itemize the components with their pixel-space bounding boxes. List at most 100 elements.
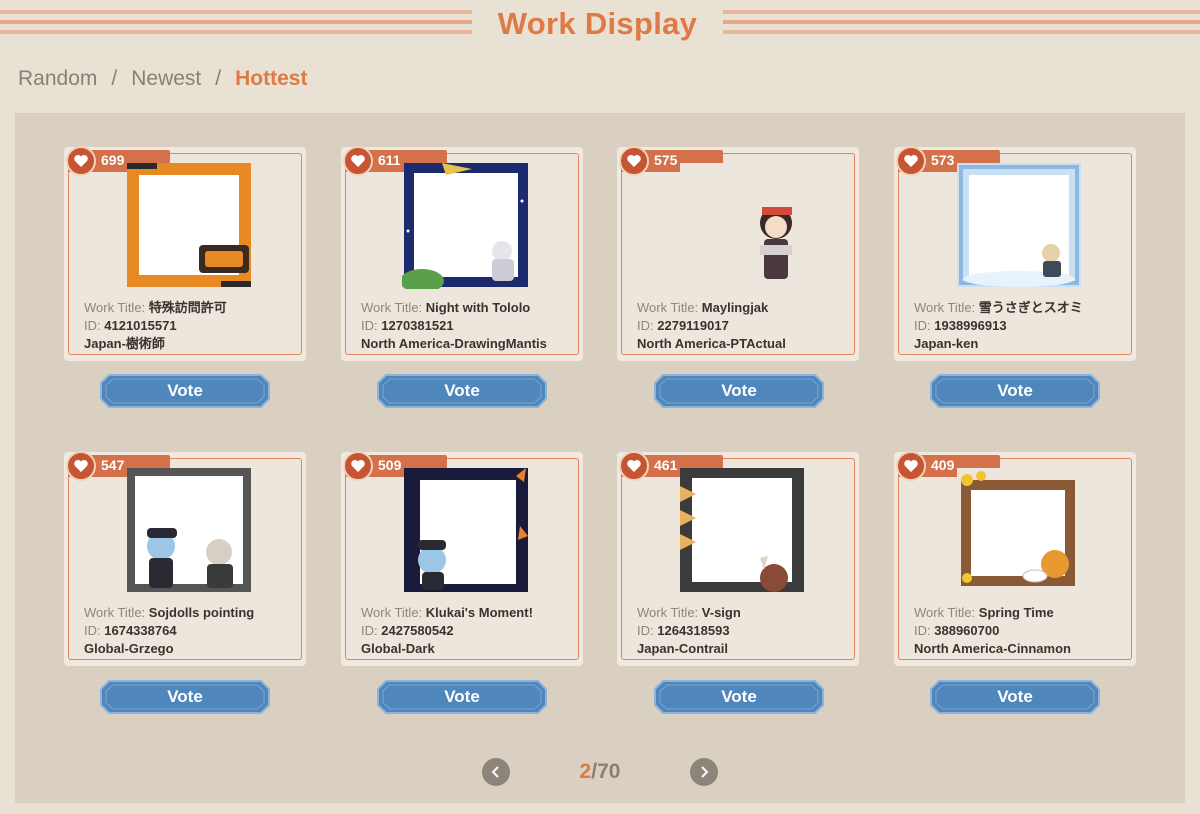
work-title: Night with Tololo: [425, 300, 531, 315]
heart-icon[interactable]: [66, 146, 96, 176]
work-thumbnail[interactable]: [678, 161, 806, 289]
work-author: Global-Dark: [361, 641, 435, 656]
work-id: 2279119017: [657, 318, 729, 333]
vote-button[interactable]: Vote: [929, 679, 1101, 715]
work-title-label: Work Title:: [914, 605, 976, 620]
likes-count: 547: [101, 457, 125, 473]
work-id: 1270381521: [381, 318, 454, 333]
works-panel: 699 Work Title: 特殊訪問許可 ID: 4121015571 Ja…: [15, 113, 1185, 803]
work-title: 雪うさぎとスオミ: [978, 300, 1083, 315]
work-card[interactable]: 575 Work Title: Maylingjak ID: 227911901…: [617, 146, 859, 361]
vote-button[interactable]: Vote: [99, 373, 271, 409]
likes-count: 573: [931, 152, 955, 168]
work-title: Maylingjak: [701, 300, 769, 315]
work-author: Global-Grzego: [84, 641, 174, 656]
work-card-border: 573 Work Title: 雪うさぎとスオミ ID: 1938996913 …: [896, 146, 1132, 355]
likes-count: 509: [378, 457, 402, 473]
vote-button[interactable]: Vote: [653, 679, 825, 715]
work-card-border: 409 Work Title: Spring Time ID: 38896070…: [896, 451, 1132, 660]
vote-button-label: Vote: [721, 381, 757, 400]
vote-button[interactable]: Vote: [929, 373, 1101, 409]
tab-random[interactable]: Random: [18, 67, 97, 91]
work-author: Japan-Contrail: [637, 641, 729, 656]
work-info: Work Title: Klukai's Moment! ID: 2427580…: [361, 604, 533, 658]
work-author: Japan-ken: [914, 336, 979, 351]
vote-button[interactable]: Vote: [376, 679, 548, 715]
work-thumbnail[interactable]: [402, 161, 530, 289]
heart-icon[interactable]: [343, 146, 373, 176]
work-title-label: Work Title:: [637, 300, 699, 315]
work-title-label: Work Title:: [84, 605, 146, 620]
work-title-label: Work Title:: [361, 605, 423, 620]
work-card-border: 509 Work Title: Klukai's Moment! ID: 242…: [343, 451, 579, 660]
id-label: ID:: [84, 318, 101, 333]
vote-button[interactable]: Vote: [99, 679, 271, 715]
vote-button[interactable]: Vote: [653, 373, 825, 409]
tab-newest[interactable]: Newest: [131, 67, 201, 91]
vote-button-label: Vote: [997, 381, 1033, 400]
tab-separator: /: [111, 67, 118, 90]
heart-icon[interactable]: [343, 451, 373, 481]
id-label: ID:: [914, 623, 931, 638]
work-thumbnail[interactable]: [955, 466, 1083, 594]
page-indicator: 2/70: [560, 760, 640, 784]
work-card-border: 547 Work Title: Sojdolls pointing ID: 16…: [66, 451, 302, 660]
vote-button-label: Vote: [997, 687, 1033, 706]
header-decoration-right: [723, 10, 1200, 44]
work-author: Japan-樹術師: [84, 336, 165, 351]
work-card[interactable]: 573 Work Title: 雪うさぎとスオミ ID: 1938996913 …: [894, 146, 1136, 361]
work-id: 1674338764: [104, 623, 177, 638]
heart-icon[interactable]: [896, 146, 926, 176]
tab-hottest[interactable]: Hottest: [235, 67, 307, 91]
chevron-left-icon: [491, 766, 499, 778]
work-card[interactable]: 611 Work Title: Night with Tololo ID: 12…: [341, 146, 583, 361]
work-card[interactable]: 547 Work Title: Sojdolls pointing ID: 16…: [64, 451, 306, 666]
work-info: Work Title: V-sign ID: 1264318593 Japan-…: [637, 604, 741, 658]
header: Work Display: [0, 0, 1200, 56]
id-label: ID:: [361, 623, 378, 638]
work-card[interactable]: 699 Work Title: 特殊訪問許可 ID: 4121015571 Ja…: [64, 146, 306, 361]
work-card-border: 611 Work Title: Night with Tololo ID: 12…: [343, 146, 579, 355]
work-info: Work Title: 雪うさぎとスオミ ID: 1938996913 Japa…: [914, 299, 1083, 353]
vote-button-label: Vote: [167, 687, 203, 706]
heart-icon[interactable]: [896, 451, 926, 481]
vote-button[interactable]: Vote: [376, 373, 548, 409]
vote-button-label: Vote: [444, 687, 480, 706]
work-card-border: 461 Work Title: V-sign ID: 1264318593 Ja…: [619, 451, 855, 660]
vote-button-label: Vote: [721, 687, 757, 706]
work-card-border: 575 Work Title: Maylingjak ID: 227911901…: [619, 146, 855, 355]
work-card[interactable]: 409 Work Title: Spring Time ID: 38896070…: [894, 451, 1136, 666]
likes-count: 409: [931, 457, 955, 473]
work-id: 388960700: [934, 623, 1000, 638]
work-title: Spring Time: [978, 605, 1054, 620]
chevron-right-icon: [701, 766, 709, 778]
work-thumbnail[interactable]: [125, 466, 253, 594]
work-title: 特殊訪問許可: [148, 300, 227, 315]
id-label: ID:: [637, 623, 654, 638]
previous-page-button[interactable]: [482, 758, 510, 786]
heart-icon[interactable]: [619, 146, 649, 176]
id-label: ID:: [637, 318, 654, 333]
likes-count: 461: [654, 457, 678, 473]
work-card[interactable]: 461 Work Title: V-sign ID: 1264318593 Ja…: [617, 451, 859, 666]
work-thumbnail[interactable]: [125, 161, 253, 289]
id-label: ID:: [84, 623, 101, 638]
work-thumbnail[interactable]: [955, 161, 1083, 289]
tab-separator: /: [215, 67, 222, 90]
work-thumbnail[interactable]: [678, 466, 806, 594]
header-decoration-left: [0, 10, 472, 44]
work-thumbnail[interactable]: [402, 466, 530, 594]
work-title-label: Work Title:: [914, 300, 976, 315]
work-author: North America-DrawingMantis: [361, 336, 547, 351]
id-label: ID:: [914, 318, 931, 333]
heart-icon[interactable]: [66, 451, 96, 481]
next-page-button[interactable]: [690, 758, 718, 786]
likes-count: 575: [654, 152, 678, 168]
heart-icon[interactable]: [619, 451, 649, 481]
id-label: ID:: [361, 318, 378, 333]
page-title: Work Display: [497, 6, 698, 41]
vote-button-label: Vote: [444, 381, 480, 400]
work-info: Work Title: Maylingjak ID: 2279119017 No…: [637, 299, 786, 353]
work-card[interactable]: 509 Work Title: Klukai's Moment! ID: 242…: [341, 451, 583, 666]
vote-button-label: Vote: [167, 381, 203, 400]
